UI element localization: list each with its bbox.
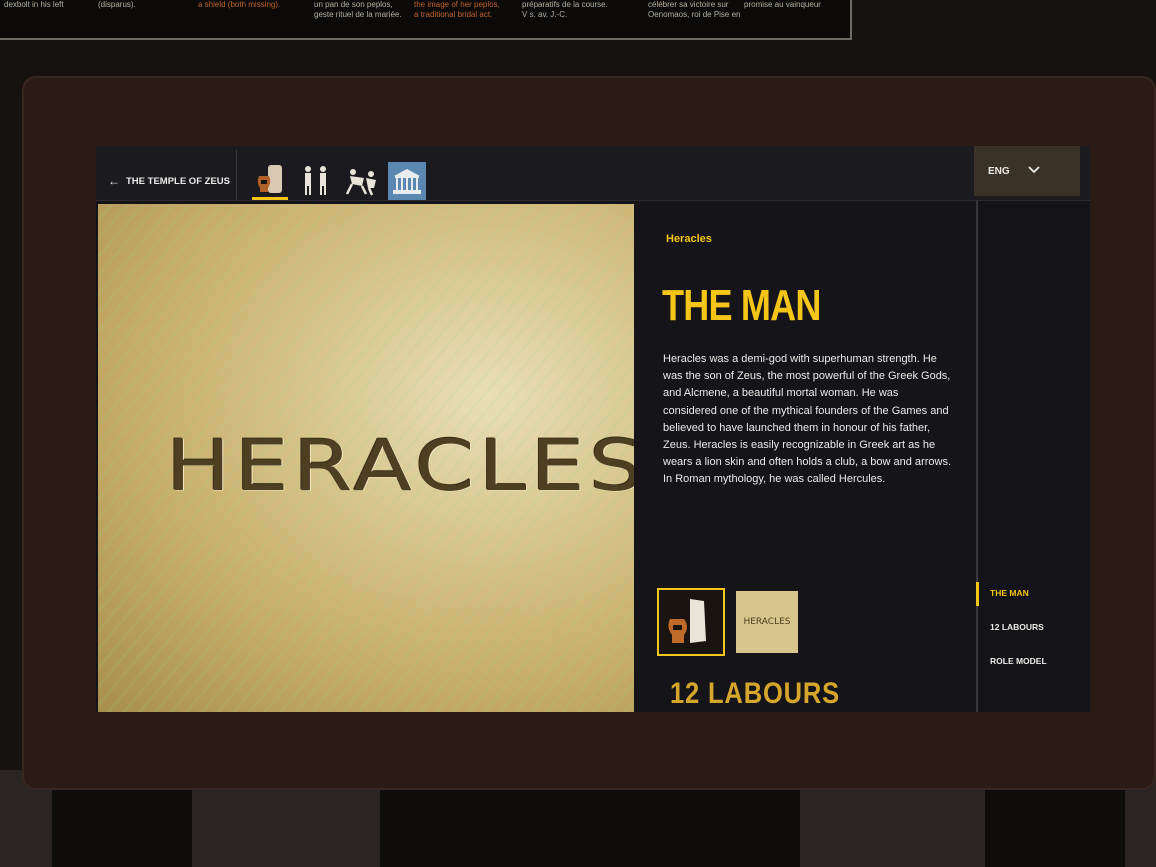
wall-caption-col-2: (disparus). xyxy=(98,0,136,9)
tab-statue-and-vase[interactable] xyxy=(252,162,288,200)
two-figures-thumbnail xyxy=(305,166,326,195)
language-label: ENG xyxy=(988,165,1010,177)
wall-caption-col-6: préparatifs de la course. V s. av. J.-C. xyxy=(522,0,608,19)
content-panel: Heracles THE MAN Heracles was a demi-god… xyxy=(634,201,976,712)
media-thumb-statue[interactable] xyxy=(657,588,725,656)
section-body-text: Heracles was a demi-god with superhuman … xyxy=(663,353,951,486)
statue-and-vase-thumbnail xyxy=(257,165,282,193)
language-selector[interactable]: ENG xyxy=(974,146,1080,196)
tab-temple-model[interactable] xyxy=(388,162,426,200)
kiosk-screen: ← THE TEMPLE OF ZEUS ENG HERACLES Heracl… xyxy=(96,146,1090,712)
temple-model-thumbnail xyxy=(388,162,426,200)
active-section-marker xyxy=(976,582,979,606)
back-button[interactable]: ← THE TEMPLE OF ZEUS xyxy=(108,174,230,188)
section-nav-the-man[interactable]: THE MAN xyxy=(990,588,1029,598)
section-nav-12-labours[interactable]: 12 LABOURS xyxy=(990,622,1044,632)
wall-caption-col-4: un pan de son peplos, geste rituel de la … xyxy=(314,0,402,19)
back-label: THE TEMPLE OF ZEUS xyxy=(126,176,230,187)
wall-caption-panel: dexbolt in his left (disparus). a shield… xyxy=(0,0,852,40)
top-bar-divider xyxy=(236,150,237,200)
statue-and-vase-thumbnail xyxy=(668,599,706,643)
media-thumb-inscription[interactable]: HERACLES xyxy=(736,591,798,653)
wrestling-figures-thumbnail xyxy=(345,169,376,196)
tab-two-figures[interactable] xyxy=(298,162,334,200)
media-thumb-text: HERACLES xyxy=(743,617,791,627)
section-title: THE MAN xyxy=(662,281,821,330)
section-nav-role-model[interactable]: ROLE MODEL xyxy=(990,656,1047,666)
image-inscription-text: HERACLES xyxy=(166,425,648,507)
next-section-title: 12 LABOURS xyxy=(670,677,841,710)
chevron-down-icon xyxy=(1028,165,1040,177)
wall-caption-col-8: promise au vainqueur xyxy=(744,0,821,9)
section-nav: THE MAN 12 LABOURS ROLE MODEL xyxy=(976,201,1090,712)
arrow-left-icon: ← xyxy=(108,174,120,188)
wall-caption-col-7: célébrer sa victoire sur Oenomaos, roi de… xyxy=(648,0,741,19)
tab-wrestling-figures[interactable] xyxy=(344,162,380,200)
wall-caption-col-1: dexbolt in his left xyxy=(4,0,64,9)
wall-caption-col-5: the image of her peplos, a traditional br… xyxy=(414,0,500,19)
wall-caption-col-3: a shield (both missing). xyxy=(198,0,281,9)
heracles-inscription-image: HERACLES xyxy=(98,204,643,712)
top-bar: ← THE TEMPLE OF ZEUS ENG xyxy=(96,146,1090,201)
section-eyebrow: Heracles xyxy=(666,233,712,245)
